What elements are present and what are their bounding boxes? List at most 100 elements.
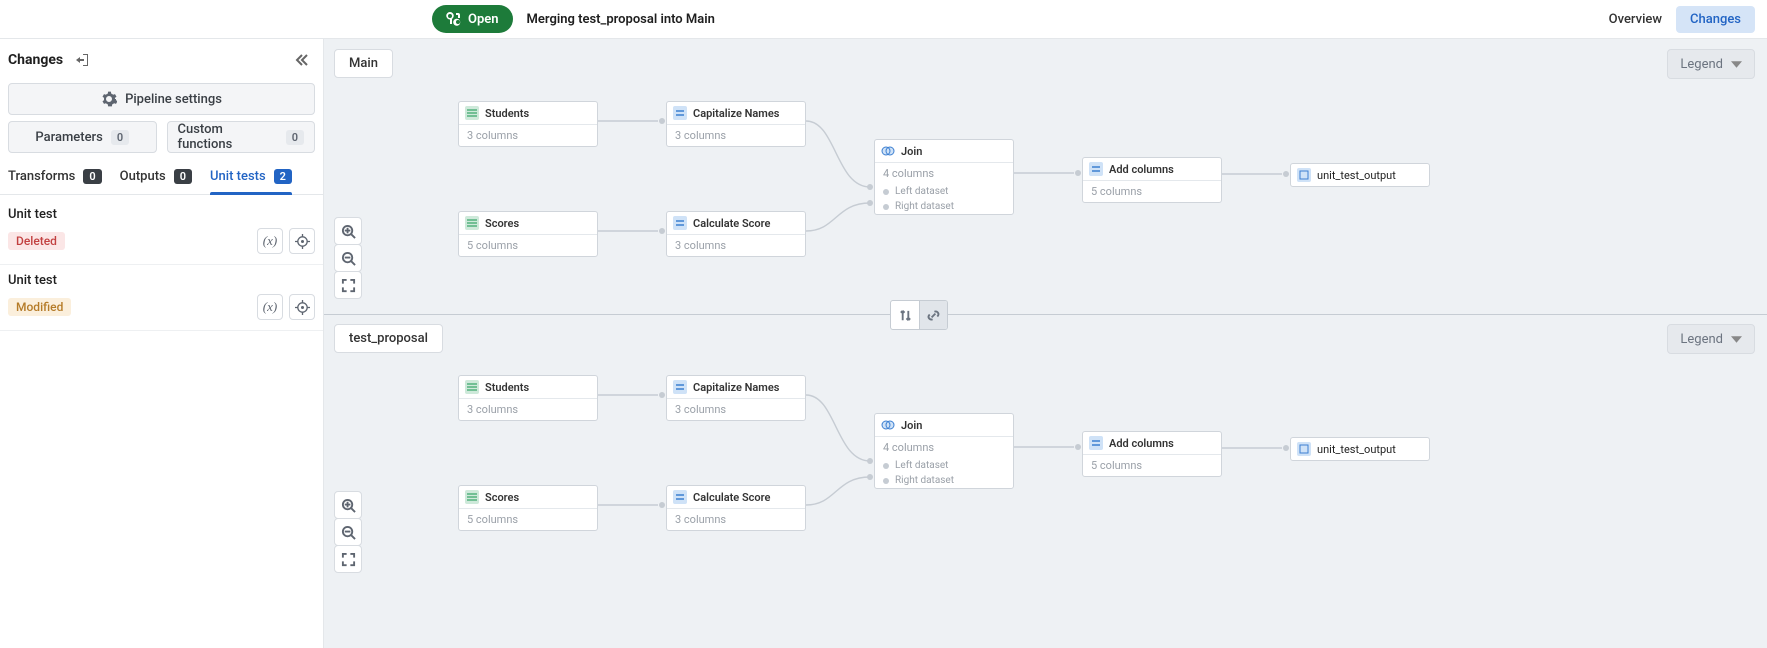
zoom-in-icon bbox=[341, 224, 356, 239]
status-badge: Modified bbox=[8, 298, 71, 316]
node-title: unit_test_output bbox=[1317, 169, 1396, 182]
pipeline-canvas[interactable]: Main Legend Students 3 columns Capitaliz… bbox=[324, 39, 1767, 648]
parameters-count: 0 bbox=[111, 130, 129, 145]
tab-transforms-count: 0 bbox=[83, 169, 101, 184]
dataset-icon bbox=[1297, 168, 1311, 182]
zoom-in-button[interactable] bbox=[334, 491, 362, 519]
table-icon bbox=[465, 380, 479, 394]
node-students[interactable]: Students 3 columns bbox=[458, 101, 598, 147]
locate-button[interactable] bbox=[289, 294, 315, 320]
node-output[interactable]: unit_test_output bbox=[1290, 437, 1430, 461]
node-title: Students bbox=[485, 107, 529, 120]
node-scores[interactable]: Scores 5 columns bbox=[458, 211, 598, 257]
node-calculate-score[interactable]: Calculate Score 3 columns bbox=[666, 485, 806, 531]
join-port-left: Left dataset bbox=[895, 186, 948, 197]
node-capitalize[interactable]: Capitalize Names 3 columns bbox=[666, 375, 806, 421]
node-add-columns[interactable]: Add columns 5 columns bbox=[1082, 431, 1222, 477]
join-icon bbox=[881, 418, 895, 432]
tab-overview[interactable]: Overview bbox=[1595, 6, 1676, 33]
node-title: unit_test_output bbox=[1317, 443, 1396, 456]
sync-vertical-button[interactable] bbox=[891, 301, 919, 329]
zoom-out-button[interactable] bbox=[334, 518, 362, 546]
node-sub: 3 columns bbox=[667, 509, 805, 530]
node-sub: 5 columns bbox=[1083, 181, 1221, 202]
chevron-down-icon bbox=[1731, 59, 1742, 70]
node-add-columns[interactable]: Add columns 5 columns bbox=[1082, 157, 1222, 203]
custom-functions-label: Custom functions bbox=[178, 122, 278, 152]
tab-unit-tests[interactable]: Unit tests 2 bbox=[210, 163, 292, 194]
node-sub: 3 columns bbox=[459, 125, 597, 146]
transform-icon bbox=[673, 106, 687, 120]
node-students[interactable]: Students 3 columns bbox=[458, 375, 598, 421]
node-calculate-score[interactable]: Calculate Score 3 columns bbox=[666, 211, 806, 257]
zoom-in-button[interactable] bbox=[334, 217, 362, 245]
legend-label: Legend bbox=[1680, 57, 1723, 72]
node-output[interactable]: unit_test_output bbox=[1290, 163, 1430, 187]
fit-icon bbox=[341, 278, 356, 293]
join-port-right: Right dataset bbox=[895, 201, 954, 212]
node-join[interactable]: Join 4 columns Left dataset Right datase… bbox=[874, 413, 1014, 489]
tab-changes[interactable]: Changes bbox=[1676, 6, 1755, 33]
unit-test-item[interactable]: Unit test Deleted (x) bbox=[0, 199, 323, 265]
node-title: Add columns bbox=[1109, 437, 1174, 450]
target-icon bbox=[295, 234, 310, 249]
node-title: Calculate Score bbox=[693, 217, 770, 230]
legend-button[interactable]: Legend bbox=[1667, 49, 1755, 79]
sync-vertical-icon bbox=[898, 308, 913, 323]
zoom-fit-button[interactable] bbox=[334, 545, 362, 573]
panel-label-main: Main bbox=[334, 49, 393, 78]
tab-transforms[interactable]: Transforms 0 bbox=[8, 163, 102, 194]
node-title: Join bbox=[901, 419, 922, 432]
collapse-sidebar-icon[interactable] bbox=[291, 49, 313, 71]
gear-icon bbox=[101, 91, 117, 107]
export-icon[interactable] bbox=[71, 49, 93, 71]
node-sub: 3 columns bbox=[667, 399, 805, 420]
legend-button[interactable]: Legend bbox=[1667, 324, 1755, 354]
status-badge: Deleted bbox=[8, 232, 65, 250]
locate-button[interactable] bbox=[289, 228, 315, 254]
node-title: Capitalize Names bbox=[693, 107, 779, 120]
pipeline-settings-button[interactable]: Pipeline settings bbox=[8, 83, 315, 115]
fit-icon bbox=[341, 552, 356, 567]
link-icon bbox=[926, 308, 941, 323]
node-sub: 3 columns bbox=[667, 235, 805, 256]
unit-test-name: Unit test bbox=[8, 273, 57, 288]
table-icon bbox=[465, 490, 479, 504]
zoom-out-button[interactable] bbox=[334, 244, 362, 272]
transform-icon bbox=[1089, 436, 1103, 450]
fx-button[interactable]: (x) bbox=[257, 294, 283, 320]
transform-icon bbox=[1089, 162, 1103, 176]
node-title: Capitalize Names bbox=[693, 381, 779, 394]
open-status-badge: Open bbox=[432, 5, 513, 33]
join-port-left: Left dataset bbox=[895, 460, 948, 471]
fx-button[interactable]: (x) bbox=[257, 228, 283, 254]
zoom-fit-button[interactable] bbox=[334, 271, 362, 299]
node-title: Scores bbox=[485, 491, 519, 504]
fx-icon: (x) bbox=[263, 299, 277, 315]
node-join[interactable]: Join 4 columns Left dataset Right datase… bbox=[874, 139, 1014, 215]
unit-test-item[interactable]: Unit test Modified (x) bbox=[0, 265, 323, 331]
node-title: Add columns bbox=[1109, 163, 1174, 176]
node-capitalize[interactable]: Capitalize Names 3 columns bbox=[666, 101, 806, 147]
transform-icon bbox=[673, 380, 687, 394]
tab-outputs[interactable]: Outputs 0 bbox=[120, 163, 192, 194]
join-port-right: Right dataset bbox=[895, 475, 954, 486]
parameters-button[interactable]: Parameters 0 bbox=[8, 121, 157, 153]
tab-unit-tests-label: Unit tests bbox=[210, 169, 266, 184]
sync-link-button[interactable] bbox=[919, 301, 947, 329]
node-scores[interactable]: Scores 5 columns bbox=[458, 485, 598, 531]
merge-description: Merging test_proposal into Main bbox=[527, 12, 715, 27]
zoom-out-icon bbox=[341, 525, 356, 540]
open-status-label: Open bbox=[468, 12, 499, 27]
pull-request-icon bbox=[446, 11, 462, 27]
node-sub: 4 columns bbox=[875, 163, 1013, 184]
target-icon bbox=[295, 300, 310, 315]
custom-functions-count: 0 bbox=[286, 130, 304, 145]
node-sub: 3 columns bbox=[667, 125, 805, 146]
node-sub: 5 columns bbox=[459, 235, 597, 256]
node-sub: 3 columns bbox=[459, 399, 597, 420]
node-sub: 5 columns bbox=[459, 509, 597, 530]
custom-functions-button[interactable]: Custom functions 0 bbox=[167, 121, 316, 153]
node-title: Scores bbox=[485, 217, 519, 230]
canvas-divider bbox=[324, 314, 1767, 315]
